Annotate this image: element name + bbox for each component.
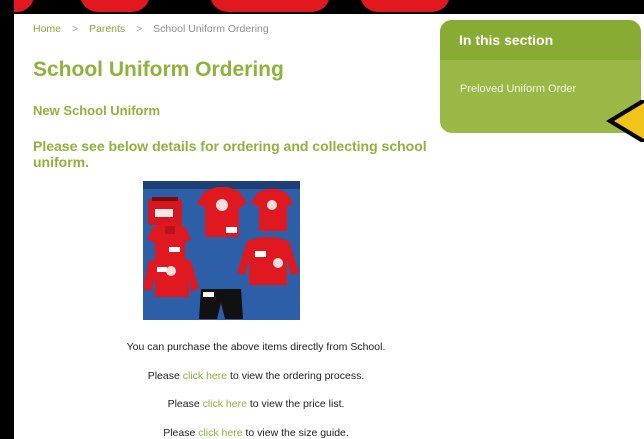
info-line-ordering: Please click here to view the ordering p… [14,370,498,382]
breadcrumb-parents-link[interactable]: Parents [89,23,125,35]
header-strip [0,0,644,14]
breadcrumb-separator: > [71,23,79,35]
price-list-link[interactable]: click here [203,398,247,410]
breadcrumb: Home > Parents > School Uniform Ordering [33,23,269,35]
info-line-prefix: Please [167,398,200,410]
info-line-suffix: to view the ordering process. [230,370,365,382]
breadcrumb-home-link[interactable]: Home [33,23,61,35]
uniform-photo [143,181,300,320]
header-decoration [210,0,330,12]
intro-text: Please see below details for ordering an… [33,138,427,170]
left-frame [0,0,14,439]
size-guide-link[interactable]: click here [198,427,242,439]
breadcrumb-separator: > [136,23,143,35]
breadcrumb-current: School Uniform Ordering [153,23,269,35]
info-line-prefix: Please [147,370,180,382]
page-content: Home > Parents > School Uniform Ordering… [14,14,644,439]
info-line-suffix: to view the price list. [249,398,345,410]
info-line-size: Please click here to view the size guide… [14,427,498,439]
info-line-prefix: Please [163,427,196,439]
header-decoration [80,0,150,12]
page-title: School Uniform Ordering [33,58,284,81]
info-line-suffix: to view the size guide. [245,427,349,439]
header-decoration [360,0,450,12]
sidebar-heading: In this section [440,20,641,60]
arrow-left-icon [606,100,644,142]
info-line-price: Please click here to view the price list… [14,398,498,410]
purchase-text: You can purchase the above items directl… [126,341,386,353]
ordering-process-link[interactable]: click here [183,370,227,382]
sidebar-item-preloved-uniform[interactable]: Preloved Uniform Order [440,60,641,95]
page-subtitle: New School Uniform [33,103,161,118]
